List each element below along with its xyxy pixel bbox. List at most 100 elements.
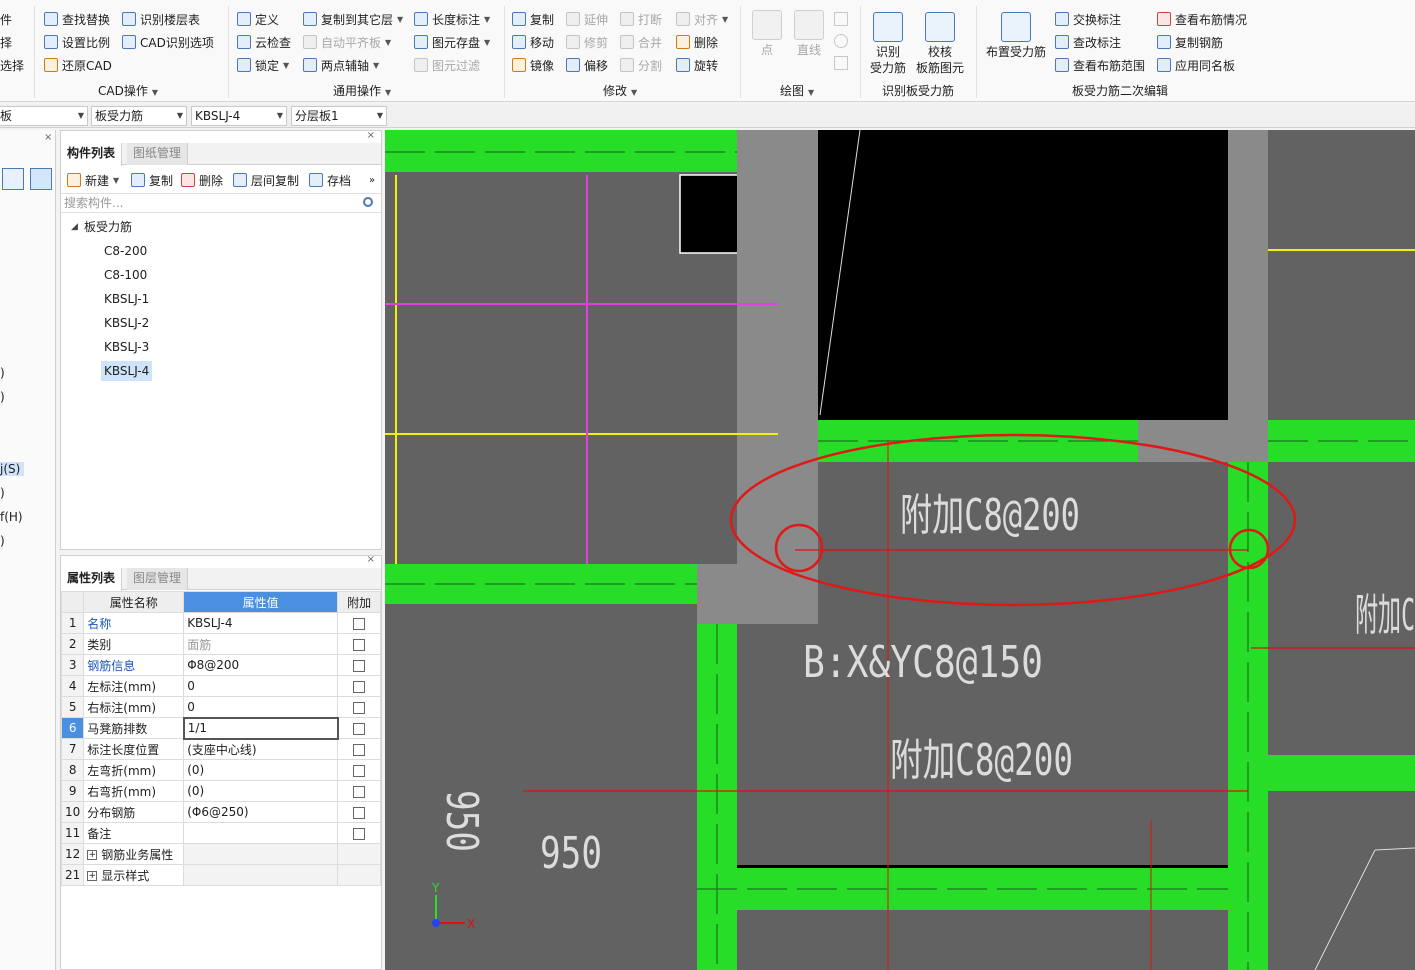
swap-mark-button[interactable]: 交换标注 (1055, 9, 1121, 29)
recognize-rebar-button[interactable]: 识别 受力筋 (866, 12, 910, 76)
tree-view-icon[interactable] (30, 168, 52, 190)
property-row[interactable]: 1 名称 KBSLJ-4 (60, 612, 381, 634)
general-group-label[interactable]: 通用操作 ▼ (333, 82, 391, 99)
tab-component-list[interactable]: 构件列表 (61, 143, 123, 166)
view-layout-button[interactable]: 查看布筋情况 (1157, 9, 1247, 29)
length-mark-button[interactable]: 长度标注 ▼ (414, 9, 490, 29)
extra-checkbox[interactable] (353, 638, 366, 651)
define-button[interactable]: 定义 (237, 9, 279, 29)
property-value-rebar[interactable]: Φ8@200 (183, 654, 339, 676)
ribbon-cut-item-3[interactable]: 选择 (0, 55, 24, 75)
property-row[interactable]: 5 右标注(mm) 0 (60, 696, 381, 718)
slab-region[interactable] (1268, 130, 1415, 420)
draw-line-button[interactable]: 直线 (792, 10, 826, 58)
rotate-button[interactable]: 旋转 (676, 55, 718, 75)
dimension-label-vertical[interactable]: 950 (436, 790, 487, 852)
property-value-editing[interactable]: 1/1 (182, 716, 339, 740)
copy-to-other-floor-button[interactable]: 复制到其它层 ▼ (303, 9, 403, 29)
arc-icon[interactable] (834, 12, 848, 26)
move-button[interactable]: 移动 (512, 32, 554, 52)
mirror-button[interactable]: 镜像 (512, 55, 554, 75)
floor-type-select[interactable]: 板 ▼ (0, 106, 88, 126)
rebar-label-1[interactable]: 附加C8@200 (900, 490, 1080, 541)
delete-button[interactable]: 删除 (676, 32, 718, 52)
element-filter-button[interactable]: 图元过滤 (414, 55, 480, 75)
two-point-axis-button[interactable]: 两点辅轴 ▼ (303, 55, 379, 75)
slab-region[interactable] (735, 910, 1228, 970)
extra-checkbox[interactable] (353, 722, 366, 735)
element-name-select[interactable]: KBSLJ-4 ▼ (191, 106, 287, 126)
property-row[interactable]: 10 分布钢筋 (Φ6@250) (60, 801, 381, 823)
restore-cad-button[interactable]: 还原CAD (44, 55, 112, 75)
property-group-row[interactable]: 12 + 钢筋业务属性 (60, 843, 381, 865)
split-button[interactable]: 分割 (620, 55, 662, 75)
new-component-button[interactable]: 新建 ▼ (67, 170, 119, 190)
extra-checkbox[interactable] (353, 806, 366, 819)
tree-item[interactable]: C8-100 (101, 265, 150, 285)
dimension-label-horizontal[interactable]: 950 (540, 828, 602, 879)
tree-item[interactable]: KBSLJ-1 (101, 289, 152, 309)
nav-item[interactable]: ) (0, 390, 5, 404)
set-scale-button[interactable]: 设置比例 (44, 32, 110, 52)
align-button[interactable]: 对齐 ▼ (676, 9, 728, 29)
property-row[interactable]: 7 标注长度位置 (支座中心线) (60, 738, 381, 760)
merge-button[interactable]: 合并 (620, 32, 662, 52)
rebar-label-cut[interactable]: 附加C (1355, 590, 1415, 641)
property-row[interactable]: 9 右弯折(mm) (0) (60, 780, 381, 802)
copy-rebar-button[interactable]: 复制钢筋 (1157, 32, 1223, 52)
floor-copy-button[interactable]: 层间复制 (233, 170, 299, 190)
ribbon-cut-item-2[interactable]: 择 (0, 32, 12, 52)
view-range-button[interactable]: 查看布筋范围 (1055, 55, 1145, 75)
modify-group-label[interactable]: 修改 ▼ (603, 82, 637, 99)
circle-icon[interactable] (834, 34, 848, 48)
element-type-select[interactable]: 板受力筋 ▼ (91, 106, 187, 126)
property-row[interactable]: 8 左弯折(mm) (0) (60, 759, 381, 781)
ribbon-cut-item-1[interactable]: 件 (0, 9, 12, 29)
tree-root[interactable]: 板受力筋 (81, 217, 135, 237)
close-icon[interactable]: × (367, 554, 375, 565)
slab-region[interactable] (1268, 790, 1415, 970)
rebar-label-2[interactable]: B:X&YC8@150 (803, 637, 1043, 688)
cloud-check-button[interactable]: 云检查 (237, 32, 291, 52)
place-rebar-button[interactable]: 布置受力筋 (984, 12, 1048, 60)
draw-group-label[interactable]: 绘图 ▼ (780, 82, 814, 99)
more-icon[interactable]: » (369, 170, 375, 190)
tree-item[interactable]: C8-200 (101, 241, 150, 261)
tab-drawing-management[interactable]: 图纸管理 (127, 143, 189, 165)
wall[interactable] (737, 130, 818, 565)
expand-plus-icon[interactable]: + (87, 871, 98, 881)
tree-item[interactable]: KBSLJ-2 (101, 313, 152, 333)
auto-flat-slab-button[interactable]: 自动平齐板 ▼ (303, 32, 391, 52)
check-slab-rebar-button[interactable]: 校核 板筋图元 (914, 12, 966, 76)
wall[interactable] (697, 564, 818, 624)
copy-button[interactable]: 复制 (512, 9, 554, 29)
component-search-input[interactable] (61, 193, 381, 213)
close-icon[interactable]: × (367, 130, 375, 141)
lock-button[interactable]: 锁定 ▼ (237, 55, 289, 75)
drawing-canvas[interactable]: 附加C8@200 B:X&YC8@150 附加C8@200 950 950 附加… (385, 130, 1415, 970)
beam[interactable] (1268, 755, 1415, 791)
property-group-row[interactable]: 21 + 显示样式 (60, 864, 381, 886)
extra-checkbox[interactable] (353, 785, 366, 798)
layer-select[interactable]: 分层板1 ▼ (291, 106, 387, 126)
nav-item[interactable]: ) (0, 486, 5, 500)
recognize-floor-table-button[interactable]: 识别楼层表 (122, 9, 200, 29)
nav-item[interactable]: ) (0, 534, 5, 548)
nav-item[interactable]: ) (0, 366, 5, 380)
trim-button[interactable]: 修剪 (566, 32, 608, 52)
property-value-name[interactable]: KBSLJ-4 (183, 612, 339, 634)
slab-region[interactable] (385, 600, 697, 970)
draw-point-button[interactable]: 点 (750, 10, 784, 58)
tree-item[interactable]: KBSLJ-3 (101, 337, 152, 357)
delete-component-button[interactable]: 删除 (181, 170, 223, 190)
header-property-name[interactable]: 属性名称 (83, 591, 185, 613)
archive-button[interactable]: 存档 (309, 170, 351, 190)
tab-property-list[interactable]: 属性列表 (61, 568, 123, 591)
offset-button[interactable]: 偏移 (566, 55, 608, 75)
extra-checkbox[interactable] (353, 617, 366, 630)
property-row[interactable]: 3 钢筋信息 Φ8@200 (60, 654, 381, 676)
property-row[interactable]: 4 左标注(mm) 0 (60, 675, 381, 697)
extra-checkbox[interactable] (353, 659, 366, 672)
view-mark-button[interactable]: 查改标注 (1055, 32, 1121, 52)
collapse-triangle-icon[interactable]: ◢ (71, 222, 78, 232)
